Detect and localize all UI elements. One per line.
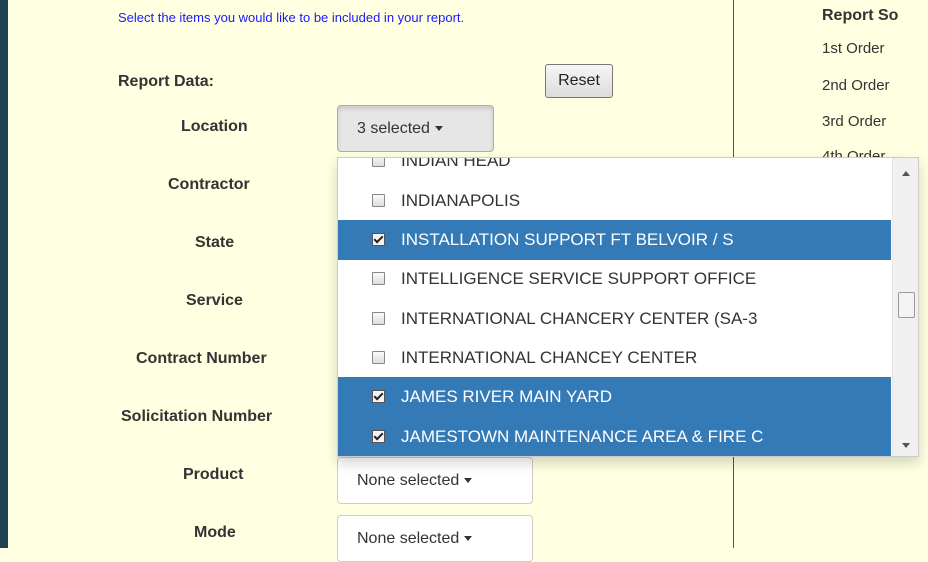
location-option[interactable]: INDIAN HEAD — [338, 157, 891, 181]
caret-down-icon — [434, 125, 443, 131]
report-data-heading: Report Data: — [118, 73, 215, 90]
contract-number-label: Contract Number — [136, 350, 267, 367]
checkbox-icon[interactable] — [372, 351, 385, 364]
location-dropdown-button[interactable]: 3 selected — [337, 105, 494, 152]
location-option-label: JAMESTOWN MAINTENANCE AREA & FIRE C — [401, 427, 764, 446]
location-option-label: INTERNATIONAL CHANCERY CENTER (SA-3 — [401, 309, 758, 328]
location-label: Location — [181, 118, 248, 135]
reset-button[interactable]: Reset — [545, 64, 613, 98]
sort-order-item[interactable]: 3rd Order — [822, 113, 886, 130]
product-dropdown-button[interactable]: None selected — [337, 457, 533, 504]
caret-down-icon — [464, 535, 473, 541]
mode-dropdown-value: None selected — [357, 529, 460, 547]
state-label: State — [195, 234, 235, 251]
checkbox-checked-icon[interactable] — [372, 233, 385, 246]
contractor-label: Contractor — [168, 176, 250, 193]
checkbox-checked-icon[interactable] — [372, 390, 385, 403]
service-label: Service — [186, 292, 243, 309]
sort-order-item[interactable]: 1st Order — [822, 40, 885, 57]
checkbox-checked-icon[interactable] — [372, 430, 385, 443]
location-option[interactable]: INTERNATIONAL CHANCERY CENTER (SA-3 — [338, 299, 891, 339]
location-option-label: INTELLIGENCE SERVICE SUPPORT OFFICE — [401, 269, 757, 288]
location-option[interactable]: JAMES RIVER MAIN YARD — [338, 377, 891, 417]
caret-down-icon — [464, 477, 473, 483]
location-option[interactable]: INTELLIGENCE SERVICE SUPPORT OFFICE — [338, 259, 891, 299]
location-option[interactable]: JAMESTOWN MAINTENANCE AREA & FIRE C — [338, 417, 891, 456]
location-option[interactable]: INDIANAPOLIS — [338, 181, 891, 221]
scrollbar-thumb[interactable] — [898, 292, 915, 318]
checkbox-icon[interactable] — [372, 194, 385, 207]
report-sort-heading: Report So — [822, 7, 899, 24]
report-instructions: Select the items you would like to be in… — [118, 10, 465, 25]
mode-dropdown-button[interactable]: None selected — [337, 515, 533, 562]
location-option[interactable]: INSTALLATION SUPPORT FT BELVOIR / S — [338, 220, 891, 260]
location-option-label: JAMES RIVER MAIN YARD — [401, 387, 612, 406]
location-dropdown-menu[interactable]: INDIAN HEAD INDIANAPOLIS INSTALLATION SU… — [337, 157, 919, 457]
checkbox-icon[interactable] — [372, 272, 385, 285]
location-option-label: INDIANAPOLIS — [401, 191, 521, 210]
arrow-up-icon[interactable] — [902, 171, 910, 176]
arrow-down-icon[interactable] — [902, 443, 910, 448]
solicitation-number-label: Solicitation Number — [121, 408, 273, 425]
sort-order-item[interactable]: 2nd Order — [822, 77, 890, 94]
left-border-bar — [0, 0, 8, 548]
checkbox-icon[interactable] — [372, 158, 385, 167]
checkbox-icon[interactable] — [372, 312, 385, 325]
location-option[interactable]: INTERNATIONAL CHANCEY CENTER — [338, 338, 891, 378]
dropdown-scrollbar[interactable] — [892, 158, 918, 456]
location-option-label: INSTALLATION SUPPORT FT BELVOIR / S — [401, 230, 734, 249]
product-dropdown-value: None selected — [357, 471, 460, 489]
location-option-label: INDIAN HEAD — [401, 157, 511, 170]
mode-label: Mode — [194, 524, 236, 541]
location-dropdown-value: 3 selected — [357, 119, 430, 137]
product-label: Product — [183, 466, 244, 483]
location-option-label: INTERNATIONAL CHANCEY CENTER — [401, 348, 698, 367]
